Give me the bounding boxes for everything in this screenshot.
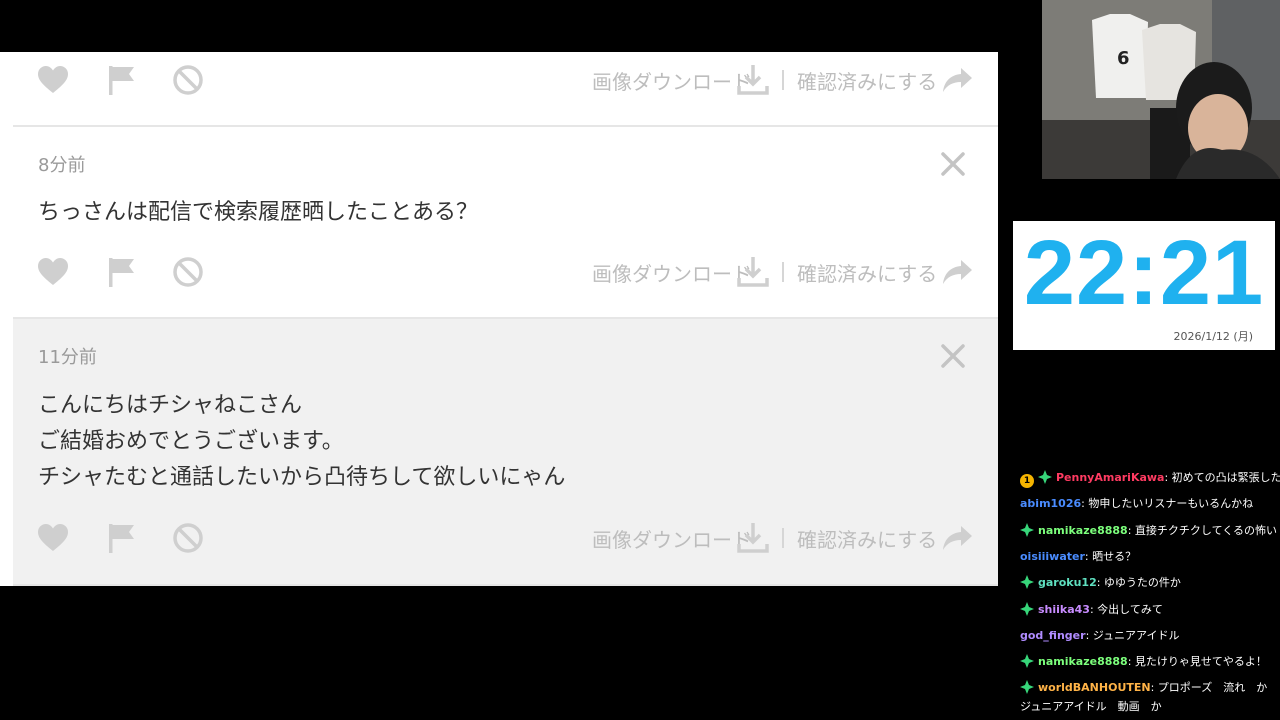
share-arrow-icon[interactable] xyxy=(939,62,975,98)
chat-username[interactable]: namikaze8888 xyxy=(1038,524,1128,537)
block-icon[interactable] xyxy=(170,62,206,98)
chat-message: shiika43: 今出してみて xyxy=(1020,601,1274,618)
share-arrow-icon[interactable] xyxy=(939,520,975,556)
chat-text: : プロポーズ 流れ か xyxy=(1150,681,1268,695)
message-line: チシャたむと通話したいから凸待ちして欲しいにゃん xyxy=(38,465,566,490)
share-arrow-icon[interactable] xyxy=(939,254,975,290)
chat-username[interactable]: shiika43 xyxy=(1038,603,1090,616)
download-image-button[interactable]: 画像ダウンロード xyxy=(592,258,752,287)
question-card: 8分前 ちっさんは配信で検索履歴晒したことある？ 画像ダウンロード 確認済みにする xyxy=(13,127,998,319)
question-card-previous: 画像ダウンロード 確認済みにする xyxy=(13,52,998,127)
message-line: こんにちはチシャねこさん xyxy=(38,393,303,418)
chat-message: namikaze8888: 見たけりゃ見せてやるよ！ xyxy=(1020,653,1274,670)
card-time: 11分前 xyxy=(38,347,97,368)
divider xyxy=(782,528,784,548)
chat-text: : ゆゆうたの件か xyxy=(1096,576,1181,590)
chat-message: abim1026: 物申したいリスナーもいるんかね xyxy=(1020,495,1274,512)
chat-message: 1 PennyAmariKawa: 初めての凸は緊張した xyxy=(1020,469,1280,488)
mark-confirmed-button[interactable]: 確認済みにする xyxy=(797,258,937,287)
gem-badge-icon xyxy=(1020,522,1038,537)
card-time: 8分前 xyxy=(38,155,86,176)
mark-confirmed-button[interactable]: 確認済みにする xyxy=(797,524,937,553)
chat-text: : 晒せる？ xyxy=(1084,549,1137,563)
chat-message: oisiiiwater: 晒せる？ xyxy=(1020,548,1274,565)
heart-icon[interactable] xyxy=(35,254,71,290)
gem-badge-icon xyxy=(1020,654,1038,669)
mark-confirmed-button[interactable]: 確認済みにする xyxy=(797,66,937,95)
svg-text:6: 6 xyxy=(1117,48,1130,69)
chat-username[interactable]: worldBANHOUTEN xyxy=(1038,681,1151,694)
question-panel: 画像ダウンロード 確認済みにする 8分前 ちっさんは配信で検索履歴晒したことある？… xyxy=(0,52,998,586)
block-icon[interactable] xyxy=(170,254,206,290)
download-icon[interactable] xyxy=(735,520,771,556)
download-image-button[interactable]: 画像ダウンロード xyxy=(592,524,752,553)
chat-text: : 見たけりゃ見せてやるよ！ xyxy=(1127,655,1267,669)
chat-username[interactable]: oisiiiwater xyxy=(1020,550,1085,563)
flag-icon[interactable] xyxy=(103,62,139,98)
chat-text: : 物申したいリスナーもいるんかね xyxy=(1081,497,1254,511)
flag-icon[interactable] xyxy=(103,254,139,290)
webcam-image: 6 xyxy=(1042,0,1280,179)
card-actions: 画像ダウンロード 確認済みにする xyxy=(13,60,998,100)
clock-date: 2026/1/12 (月) xyxy=(1173,330,1253,343)
flag-icon[interactable] xyxy=(103,520,139,556)
chat-username[interactable]: PennyAmariKawa xyxy=(1056,471,1164,484)
chat-message: god_finger: ジュニアアイドル xyxy=(1020,627,1274,644)
subscriber-badge-icon: 1 xyxy=(1020,474,1034,488)
chat-message: namikaze8888: 直接チクチクしてくるの怖い xyxy=(1020,522,1278,539)
clock-widget: 22:21 2026/1/12 (月) xyxy=(1013,221,1275,350)
chat-text: : ジュニアアイドル xyxy=(1085,628,1180,642)
chat-username[interactable]: namikaze8888 xyxy=(1038,655,1128,668)
chat-panel: 1 PennyAmariKawa: 初めての凸は緊張した abim1026: 物申し… xyxy=(1013,466,1280,720)
download-icon[interactable] xyxy=(735,254,771,290)
gem-badge-icon xyxy=(1020,575,1038,590)
heart-icon[interactable] xyxy=(35,62,71,98)
chat-message-continuation: ジュニアアイドル 動画 か xyxy=(1020,699,1162,713)
chat-text: : 初めての凸は緊張した xyxy=(1164,471,1280,484)
chat-message: garoku12: ゆゆうたの件か xyxy=(1020,574,1274,591)
gem-badge-icon xyxy=(1020,601,1038,616)
chat-message: worldBANHOUTEN: プロポーズ 流れ か xyxy=(1020,679,1274,696)
clock-time: 22:21 xyxy=(1023,222,1265,324)
chat-username[interactable]: garoku12 xyxy=(1038,576,1097,589)
chat-text: : 直接チクチクしてくるの怖い xyxy=(1127,523,1278,537)
card-actions: 画像ダウンロード 確認済みにする xyxy=(13,252,998,292)
divider xyxy=(782,262,784,282)
gem-badge-icon xyxy=(1020,680,1038,695)
card-message: こんにちはチシャねこさん ご結婚おめでとうございます。 チシャたむと通話したいか… xyxy=(38,388,565,496)
close-icon[interactable] xyxy=(938,149,968,179)
close-icon[interactable] xyxy=(938,341,968,371)
question-card: 11分前 こんにちはチシャねこさん ご結婚おめでとうございます。 チシャたむと通… xyxy=(13,319,998,586)
download-icon[interactable] xyxy=(735,62,771,98)
message-line: ご結婚おめでとうございます。 xyxy=(38,429,344,454)
divider xyxy=(782,70,784,90)
chat-username[interactable]: abim1026 xyxy=(1020,497,1081,510)
message-line: ちっさんは配信で検索履歴晒したことある？ xyxy=(38,200,479,225)
chat-username[interactable]: god_finger xyxy=(1020,629,1086,642)
gem-badge-icon xyxy=(1038,470,1056,484)
download-image-button[interactable]: 画像ダウンロード xyxy=(592,66,752,95)
heart-icon[interactable] xyxy=(35,520,71,556)
card-actions: 画像ダウンロード 確認済みにする xyxy=(13,518,998,558)
card-message: ちっさんは配信で検索履歴晒したことある？ xyxy=(38,195,478,231)
chat-text: : 今出してみて xyxy=(1089,602,1163,616)
webcam-feed: 6 xyxy=(1042,0,1280,179)
block-icon[interactable] xyxy=(170,520,206,556)
